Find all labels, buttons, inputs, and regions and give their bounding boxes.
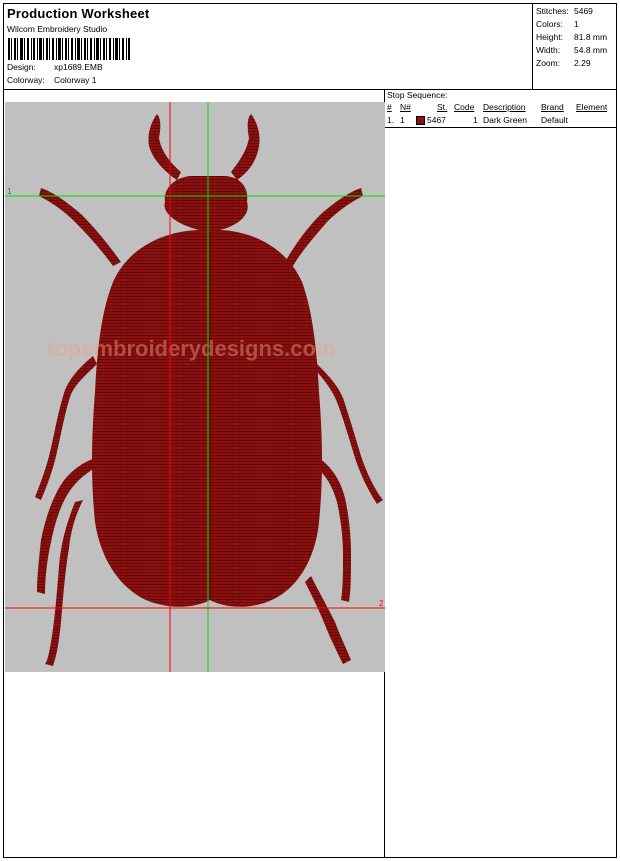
col-description: Description — [483, 102, 526, 112]
row-nnum: 1 — [400, 115, 405, 125]
design-canvas: topembroiderydesigns.com 1 2 — [5, 102, 385, 672]
stats-panel: Stitches: 5469 Colors: 1 Height: 81.8 mm Wi… — [532, 4, 617, 89]
colorway-value: Colorway 1 — [54, 75, 97, 85]
stat-value: 1 — [574, 19, 579, 29]
stat-zoom: Zoom: 2.29 — [536, 58, 591, 68]
beetle-body — [92, 229, 322, 607]
stat-label: Width: — [536, 45, 561, 55]
colorway-label: Colorway: — [7, 75, 45, 85]
col-code: Code — [454, 102, 475, 112]
row-st: 5467 — [427, 115, 446, 125]
design-row: Design: xp1689.EMB — [7, 62, 103, 72]
watermark-text: topembroiderydesigns.com — [47, 336, 336, 361]
start-marker: 1 — [7, 187, 12, 196]
row-code: 1 — [473, 115, 478, 125]
design-filename: xp1689.EMB — [54, 62, 103, 72]
row-brand: Default — [541, 115, 568, 125]
page-title: Production Worksheet — [7, 6, 150, 21]
stat-value: 2.29 — [574, 58, 591, 68]
production-worksheet: Production Worksheet Wilcom Embroidery S… — [3, 3, 617, 858]
stat-label: Stitches: — [536, 6, 569, 16]
col-st: St. — [437, 102, 448, 112]
barcode-image — [8, 38, 130, 60]
stat-value: 5469 — [574, 6, 593, 16]
end-marker: 2 — [379, 599, 384, 608]
col-num: # — [387, 102, 392, 112]
stat-stitches: Stitches: 5469 — [536, 6, 593, 16]
col-element: Element — [576, 102, 608, 112]
col-brand: Brand — [541, 102, 564, 112]
company-name: Wilcom Embroidery Studio — [7, 24, 108, 34]
stat-width: Width: 54.8 mm — [536, 45, 607, 55]
stat-height: Height: 81.8 mm — [536, 32, 607, 42]
stat-value: 54.8 mm — [574, 45, 608, 55]
worksheet-header: Production Worksheet Wilcom Embroidery S… — [4, 4, 616, 90]
row-description: Dark Green — [483, 115, 527, 125]
stat-label: Colors: — [536, 19, 563, 29]
colorway-row: Colorway: Colorway 1 — [7, 75, 97, 85]
stat-value: 81.8 mm — [574, 32, 608, 42]
stat-colors: Colors: 1 — [536, 19, 579, 29]
col-nnum: N# — [400, 102, 411, 112]
stat-label: Zoom: — [536, 58, 561, 68]
stat-label: Height: — [536, 32, 563, 42]
design-label: Design: — [7, 62, 36, 72]
stop-table-divider — [384, 127, 616, 128]
color-swatch — [416, 116, 425, 125]
stop-sequence-pane: Stop Sequence: # N# St. Code Description… — [384, 89, 616, 857]
stop-sequence-title: Stop Sequence: — [387, 90, 448, 100]
row-num: 1. — [387, 115, 395, 125]
